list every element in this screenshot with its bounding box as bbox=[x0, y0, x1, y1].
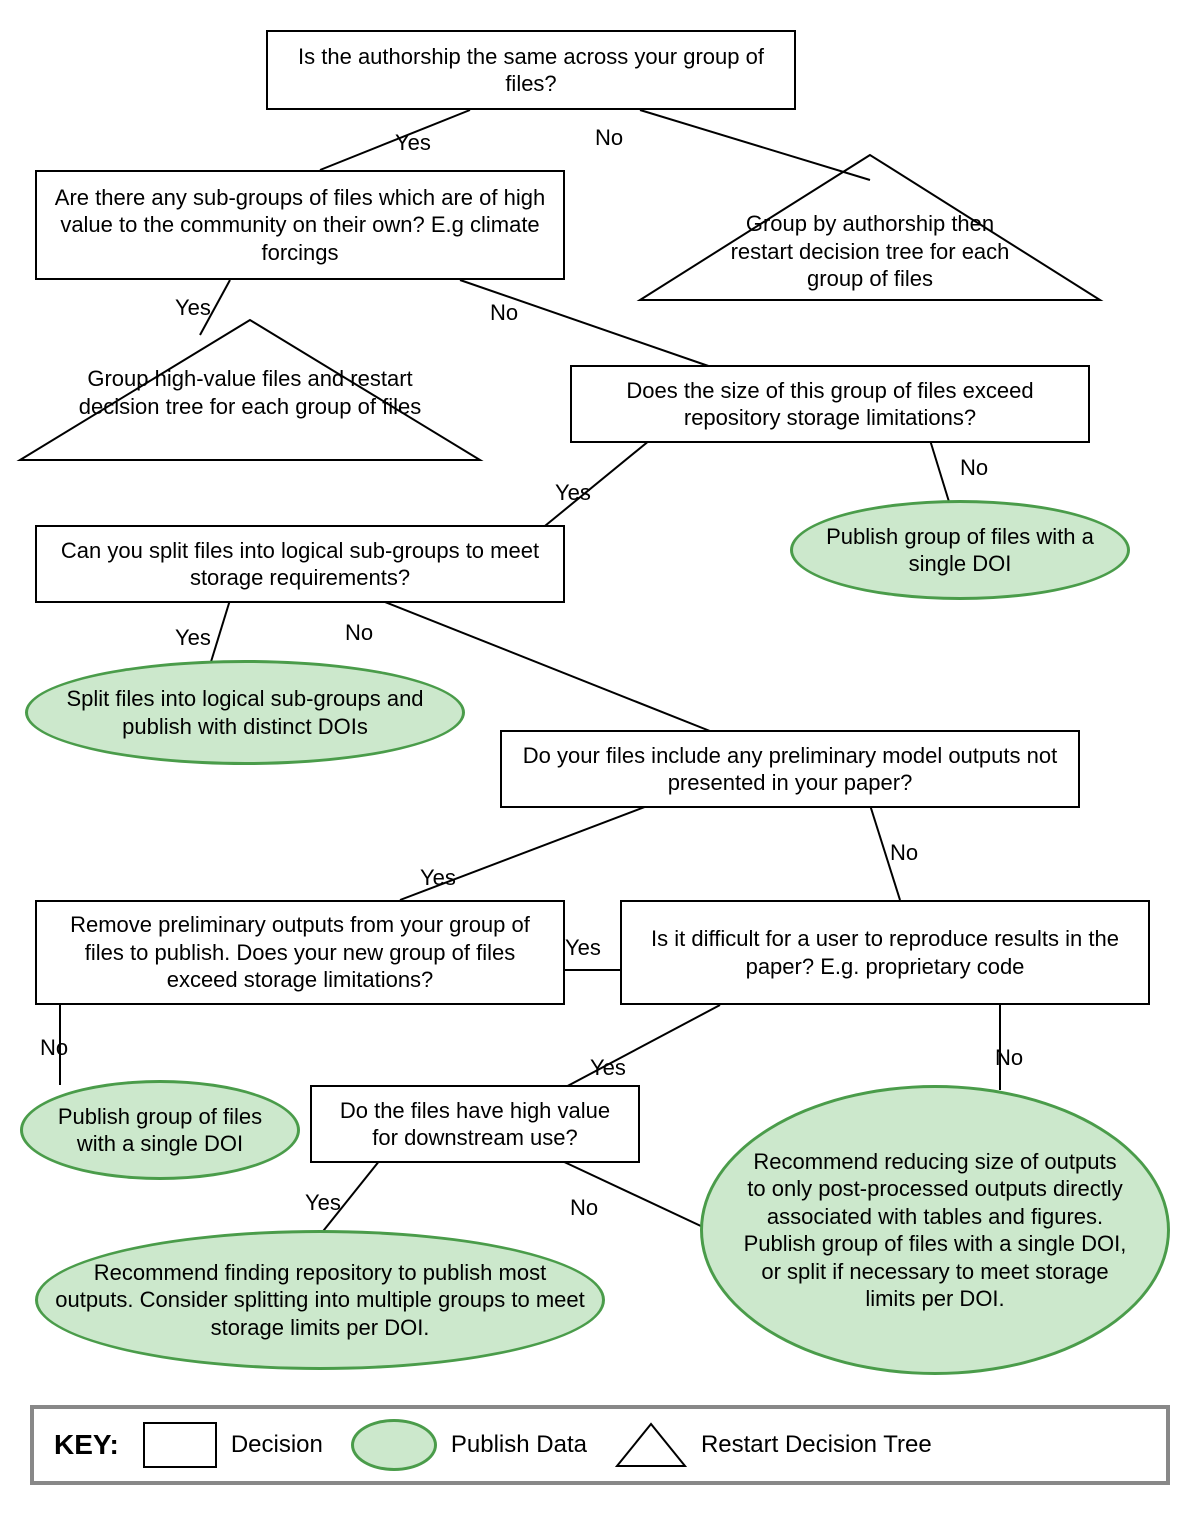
publish-split-distinct: Split files into logical sub-groups and … bbox=[25, 660, 465, 765]
legend-item-publish: Publish Data bbox=[351, 1419, 587, 1471]
edge-label-yes: Yes bbox=[590, 1055, 626, 1081]
decision-prelim-outputs: Do your files include any preliminary mo… bbox=[500, 730, 1080, 808]
legend-key-label: KEY: bbox=[54, 1429, 119, 1461]
publish-single-doi-1: Publish group of files with a single DOI bbox=[790, 500, 1130, 600]
decision-reproduce: Is it difficult for a user to reproduce … bbox=[620, 900, 1150, 1005]
edge-label-yes: Yes bbox=[175, 295, 211, 321]
legend-item-decision: Decision bbox=[143, 1422, 323, 1468]
edge-label-no: No bbox=[490, 300, 518, 326]
edge-label-yes: Yes bbox=[555, 480, 591, 506]
edge-label-yes: Yes bbox=[420, 865, 456, 891]
rectangle-icon bbox=[143, 1422, 217, 1468]
edge-label-no: No bbox=[40, 1035, 68, 1061]
legend-item-restart: Restart Decision Tree bbox=[615, 1422, 932, 1468]
edge-label-yes: Yes bbox=[305, 1190, 341, 1216]
decision-split-logical: Can you split files into logical sub-gro… bbox=[35, 525, 565, 603]
edge-label-no: No bbox=[570, 1195, 598, 1221]
edge-label-yes: Yes bbox=[175, 625, 211, 651]
edge-label-no: No bbox=[890, 840, 918, 866]
restart-group-highvalue: Group high-value files and restart decis… bbox=[70, 365, 430, 420]
restart-group-authorship: Group by authorship then restart decisio… bbox=[715, 210, 1025, 293]
edge-label-no: No bbox=[995, 1045, 1023, 1071]
decision-subgroups: Are there any sub-groups of files which … bbox=[35, 170, 565, 280]
edge-label-no: No bbox=[595, 125, 623, 151]
publish-single-doi-2: Publish group of files with a single DOI bbox=[20, 1080, 300, 1180]
triangle-icon bbox=[615, 1422, 687, 1468]
decision-size-exceed: Does the size of this group of files exc… bbox=[570, 365, 1090, 443]
decision-authorship: Is the authorship the same across your g… bbox=[266, 30, 796, 110]
legend-publish-label: Publish Data bbox=[451, 1431, 587, 1459]
legend-decision-label: Decision bbox=[231, 1431, 323, 1459]
edge-label-yes: Yes bbox=[565, 935, 601, 961]
legend-restart-label: Restart Decision Tree bbox=[701, 1431, 932, 1459]
edge-label-yes: Yes bbox=[395, 130, 431, 156]
edge-label-no: No bbox=[960, 455, 988, 481]
edge-label-no: No bbox=[345, 620, 373, 646]
ellipse-icon bbox=[351, 1419, 437, 1471]
flowchart-canvas: Is the authorship the same across your g… bbox=[0, 0, 1200, 1519]
legend-key: KEY: Decision Publish Data Restart Decis… bbox=[30, 1405, 1170, 1485]
decision-high-value-downstream: Do the files have high value for downstr… bbox=[310, 1085, 640, 1163]
publish-find-repo: Recommend finding repository to publish … bbox=[35, 1230, 605, 1370]
publish-reduce-size: Recommend reducing size of outputs to on… bbox=[700, 1085, 1170, 1375]
decision-remove-prelim: Remove preliminary outputs from your gro… bbox=[35, 900, 565, 1005]
